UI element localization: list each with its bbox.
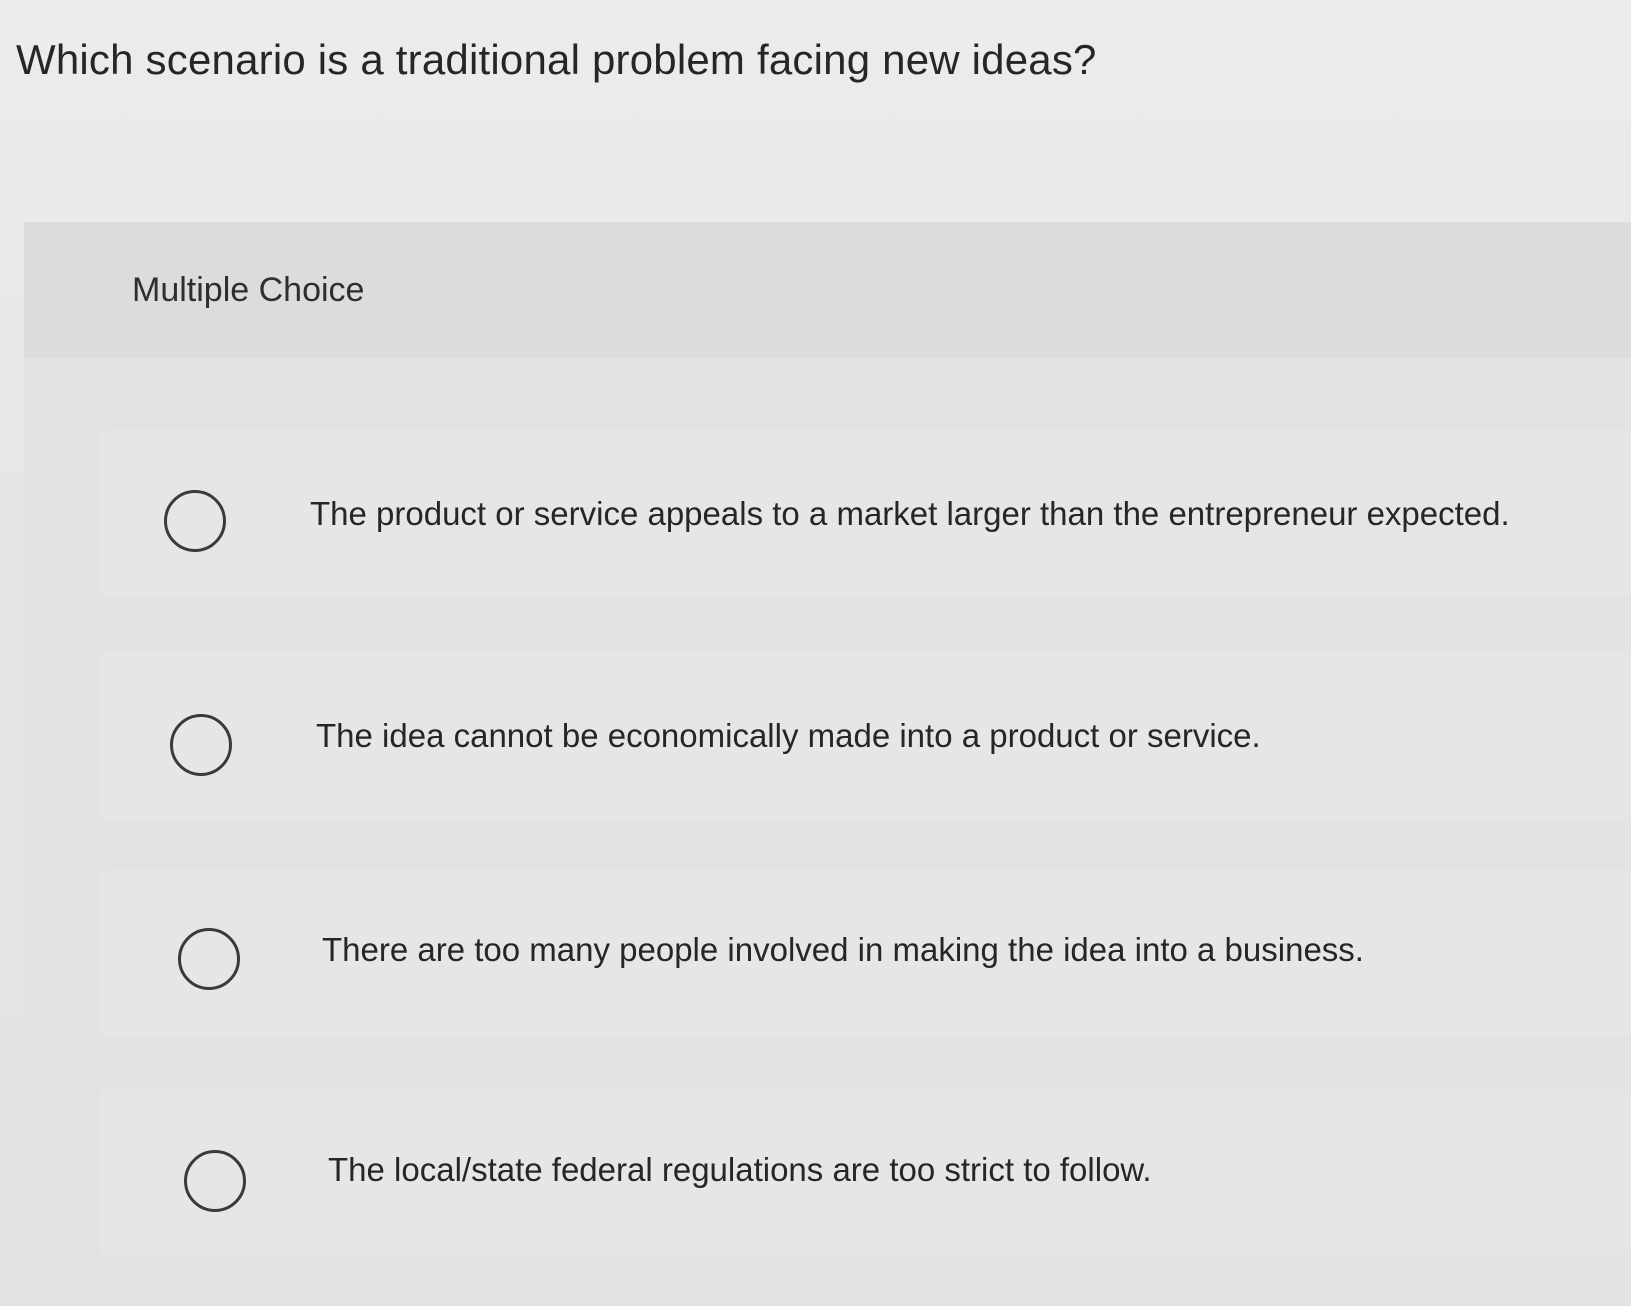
radio-button-2[interactable]: [170, 714, 232, 776]
answer-options: The product or service appeals to a mark…: [24, 358, 1631, 1306]
answer-option-label: The idea cannot be economically made int…: [316, 717, 1261, 754]
answer-option-label: The product or service appeals to a mark…: [310, 495, 1510, 532]
answer-option-label: The local/state federal regulations are …: [328, 1151, 1152, 1188]
radio-button-4[interactable]: [184, 1150, 246, 1212]
answer-option-4[interactable]: The local/state federal regulations are …: [100, 1088, 1631, 1256]
radio-button-3[interactable]: [178, 928, 240, 990]
question-text: Which scenario is a traditional problem …: [16, 36, 1097, 83]
panel-header: Multiple Choice: [24, 222, 1631, 358]
question-panel: Multiple Choice The product or service a…: [24, 222, 1631, 1306]
answer-option-3[interactable]: There are too many people involved in ma…: [100, 870, 1631, 1038]
answer-option-2[interactable]: The idea cannot be economically made int…: [100, 652, 1631, 820]
answer-option-1[interactable]: The product or service appeals to a mark…: [100, 430, 1631, 598]
question-type-label: Multiple Choice: [132, 271, 365, 309]
answer-option-label: There are too many people involved in ma…: [322, 931, 1364, 968]
radio-button-1[interactable]: [164, 490, 226, 552]
